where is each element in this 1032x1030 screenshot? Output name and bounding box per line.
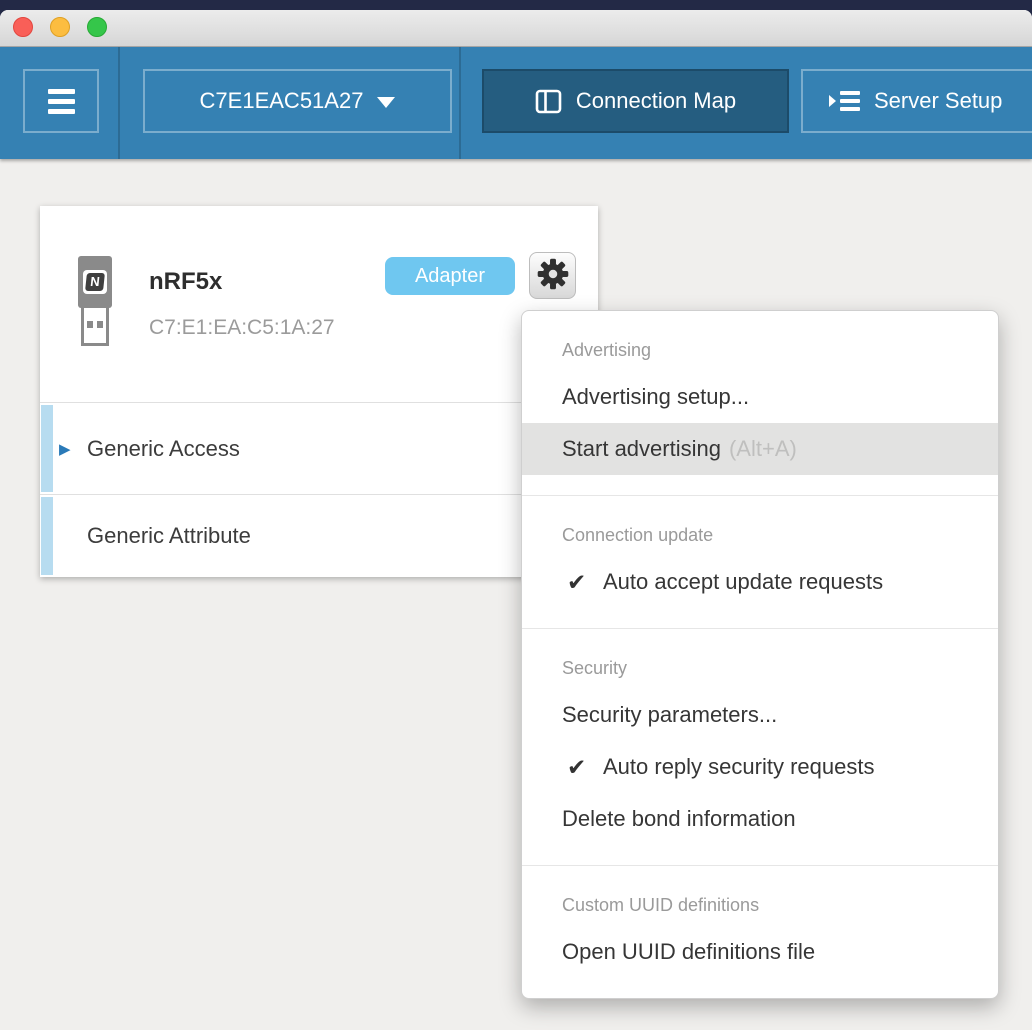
menu-section-header: Advertising: [522, 329, 998, 371]
toolbar: C7E1EAC51A27 Connection Map Server Setup: [0, 47, 1032, 159]
connection-map-icon: [535, 88, 562, 115]
menu-section-header: Connection update: [522, 514, 998, 556]
expand-arrow-icon[interactable]: ▶: [59, 440, 71, 458]
fullscreen-button[interactable]: [87, 17, 107, 37]
service-accent-bar: [41, 405, 53, 492]
main-menu-button[interactable]: [23, 69, 99, 133]
menu-item-advertising-setup[interactable]: Advertising setup...: [522, 371, 998, 423]
tab-server-setup[interactable]: Server Setup: [801, 69, 1032, 133]
tab-connection-map[interactable]: Connection Map: [482, 69, 789, 133]
menu-item-delete-bond-information[interactable]: Delete bond information: [522, 793, 998, 845]
gear-context-menu: Advertising Advertising setup... Start a…: [521, 310, 999, 999]
menu-item-label: Delete bond information: [562, 806, 796, 832]
menu-item-open-uuid-definitions-file[interactable]: Open UUID definitions file: [522, 926, 998, 978]
hamburger-icon: [48, 89, 75, 114]
server-setup-icon: [829, 91, 860, 111]
tab-label: Server Setup: [874, 88, 1002, 114]
app-window: C7E1EAC51A27 Connection Map Server Setup: [0, 10, 1032, 1030]
menu-item-auto-reply-security-requests[interactable]: ✔ Auto reply security requests: [522, 741, 998, 793]
service-label: Generic Access: [87, 436, 240, 462]
device-address: C7:E1:EA:C5:1A:27: [149, 316, 335, 340]
service-accent-bar: [41, 497, 53, 575]
service-row-generic-attribute[interactable]: Generic Attribute: [40, 494, 598, 577]
device-card-header: N nRF5x C7:E1:EA:C5:1A:27 Adapter: [40, 206, 598, 402]
menu-item-label: Security parameters...: [562, 702, 777, 728]
gear-icon: [536, 257, 570, 294]
menu-item-shortcut: (Alt+A): [729, 436, 797, 462]
check-icon: ✔: [567, 569, 603, 596]
service-label: Generic Attribute: [87, 523, 251, 549]
menu-section-header: Security: [522, 647, 998, 689]
check-icon: ✔: [567, 754, 603, 781]
menu-item-label: Open UUID definitions file: [562, 939, 815, 965]
menu-section-connection-update: Connection update ✔ Auto accept update r…: [522, 496, 998, 629]
device-name: nRF5x: [149, 268, 222, 296]
menu-item-label: Start advertising: [562, 436, 721, 462]
device-selector-value: C7E1EAC51A27: [200, 88, 364, 114]
toolbar-divider: [118, 47, 120, 159]
nordic-logo-icon: N: [85, 273, 105, 291]
menu-item-label: Auto reply security requests: [603, 754, 874, 780]
caret-down-icon: [377, 97, 395, 108]
menu-item-label: Auto accept update requests: [603, 569, 883, 595]
menu-item-start-advertising[interactable]: Start advertising (Alt+A): [522, 423, 998, 475]
menu-section-custom-uuid-definitions: Custom UUID definitions Open UUID defini…: [522, 866, 998, 998]
menu-item-security-parameters[interactable]: Security parameters...: [522, 689, 998, 741]
device-options-button[interactable]: [529, 252, 576, 299]
device-card: N nRF5x C7:E1:EA:C5:1A:27 Adapter: [40, 206, 598, 577]
menu-section-advertising: Advertising Advertising setup... Start a…: [522, 311, 998, 496]
menu-item-auto-accept-update-requests[interactable]: ✔ Auto accept update requests: [522, 556, 998, 608]
tab-label: Connection Map: [576, 88, 736, 114]
menu-section-header: Custom UUID definitions: [522, 884, 998, 926]
service-row-generic-access[interactable]: ▶ Generic Access: [40, 402, 598, 494]
adapter-badge: Adapter: [385, 257, 515, 295]
toolbar-divider: [459, 47, 461, 159]
titlebar: [0, 10, 1032, 47]
menu-section-security: Security Security parameters... ✔ Auto r…: [522, 629, 998, 866]
minimize-button[interactable]: [50, 17, 70, 37]
usb-dongle-icon: N: [78, 256, 112, 346]
menu-item-label: Advertising setup...: [562, 384, 749, 410]
close-button[interactable]: [13, 17, 33, 37]
device-selector[interactable]: C7E1EAC51A27: [143, 69, 452, 133]
